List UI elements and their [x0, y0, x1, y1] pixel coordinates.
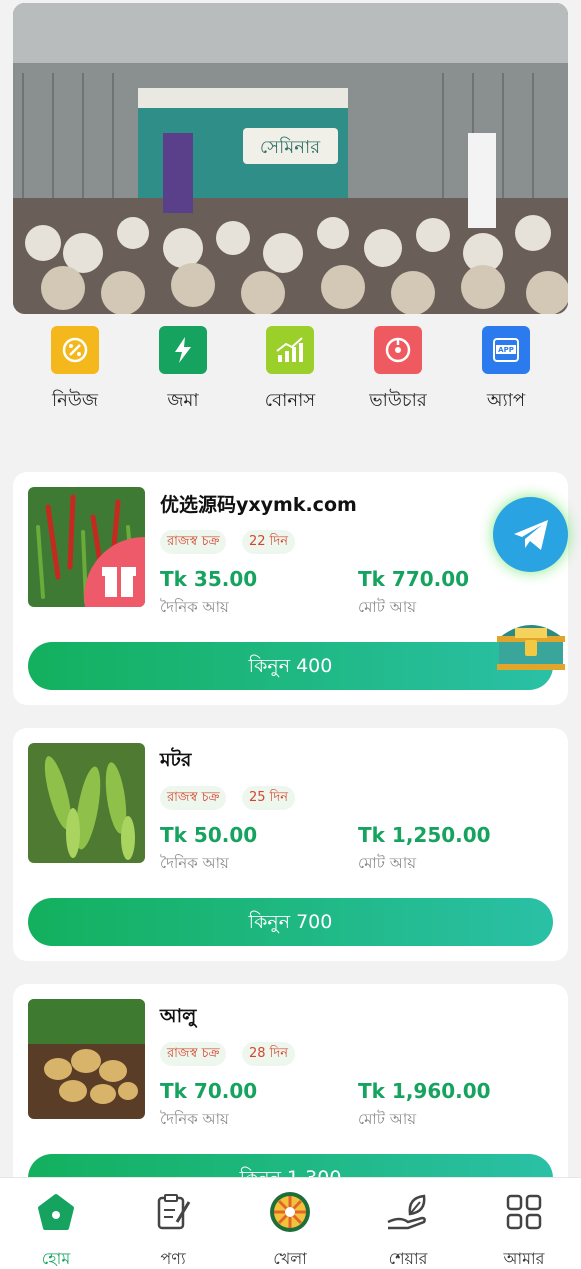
total-income-value: Tk 1,960.00 — [358, 1079, 491, 1103]
cycle-tag: রাজস্ব চক্র — [160, 530, 227, 554]
tab-products[interactable]: পণ্য — [128, 1190, 218, 1269]
chart-up-icon — [266, 326, 314, 374]
daily-income-value: Tk 35.00 — [160, 567, 258, 591]
product-card: মটর রাজস্ব চক্র 25 দিন Tk 50.00 দৈনিক আয… — [13, 728, 568, 961]
quick-item-label: জমা — [167, 390, 199, 411]
daily-income-label: দৈনিক আয় — [160, 1110, 229, 1128]
quick-item-voucher[interactable]: ভাউচার — [348, 326, 448, 417]
days-tag: 22 দিন — [242, 530, 295, 554]
total-income-label: মোট আয় — [358, 854, 417, 872]
wheel-icon — [268, 1190, 312, 1234]
banner-sign-text: সেমিনার — [260, 137, 321, 158]
daily-income-value: Tk 70.00 — [160, 1079, 258, 1103]
grid-icon — [502, 1190, 546, 1234]
seminar-photo: সেমিনার — [13, 3, 568, 314]
quick-item-label: অ্যাপ — [486, 390, 526, 411]
quick-item-deposit[interactable]: জমা — [133, 326, 233, 417]
quick-item-label: নিউজ — [51, 390, 99, 411]
total-income-value: Tk 770.00 — [358, 567, 470, 591]
quick-menu: নিউজ জমা বোনাস ভাউচার APP অ্যাপ — [0, 322, 581, 412]
telegram-button[interactable] — [493, 497, 568, 572]
product-image-potato — [28, 999, 145, 1119]
daily-income-label: দৈনিক আয় — [160, 854, 229, 872]
treasure-chest-button[interactable] — [493, 610, 569, 676]
daily-income-value: Tk 50.00 — [160, 823, 258, 847]
svg-text:APP: APP — [498, 346, 514, 354]
days-tag: 25 দিন — [242, 786, 295, 810]
product-name: আলু — [160, 1005, 197, 1027]
quick-item-app[interactable]: APP অ্যাপ — [456, 326, 556, 417]
product-image-peas — [28, 743, 145, 863]
hand-leaf-icon — [386, 1190, 430, 1234]
telegram-icon — [513, 519, 548, 550]
quick-item-label: ভাউচার — [369, 390, 427, 411]
product-image-chili — [28, 487, 145, 607]
total-income-label: মোট আয় — [358, 1110, 417, 1128]
tab-label: খেলা — [273, 1249, 307, 1268]
buy-button[interactable]: কিনুন 400 — [28, 642, 553, 690]
banner-image[interactable]: সেমিনার — [13, 3, 568, 314]
cycle-tag: রাজস্ব চক্র — [160, 786, 227, 810]
tab-label: শেয়ার — [388, 1249, 428, 1268]
total-income-label: মোট আয় — [358, 598, 417, 616]
tab-label: আমার — [503, 1249, 545, 1268]
clipboard-icon — [151, 1190, 195, 1234]
tab-account[interactable]: আমার — [479, 1190, 569, 1269]
home-icon — [34, 1190, 78, 1234]
quick-item-label: বোনাস — [264, 390, 316, 411]
buy-button[interactable]: কিনুন 700 — [28, 898, 553, 946]
tab-share[interactable]: শেয়ার — [363, 1190, 453, 1269]
tab-game[interactable]: খেলা — [245, 1190, 335, 1269]
product-card: 优选源码yxymk.com রাজস্ব চক্র 22 দিন Tk 35.0… — [13, 472, 568, 705]
tab-label: পণ্য — [160, 1249, 186, 1268]
days-tag: 28 দিন — [242, 1042, 295, 1066]
product-name: 优选源码yxymk.com — [160, 494, 357, 516]
voucher-icon — [374, 326, 422, 374]
quick-item-bonus[interactable]: বোনাস — [240, 326, 340, 417]
daily-income-label: দৈনিক আয় — [160, 598, 229, 616]
treasure-chest-icon — [497, 625, 565, 670]
bottom-tab-bar: হোম পণ্য খেলা শেয়ার আমার — [0, 1177, 581, 1269]
tab-label: হোম — [41, 1249, 71, 1268]
app-icon: APP — [482, 326, 530, 374]
product-name: মটর — [160, 749, 192, 771]
news-icon — [51, 326, 99, 374]
total-income-value: Tk 1,250.00 — [358, 823, 491, 847]
tab-home[interactable]: হোম — [11, 1190, 101, 1269]
gift-icon — [102, 567, 136, 597]
quick-item-news[interactable]: নিউজ — [25, 326, 125, 417]
cycle-tag: রাজস্ব চক্র — [160, 1042, 227, 1066]
lightning-icon — [159, 326, 207, 374]
